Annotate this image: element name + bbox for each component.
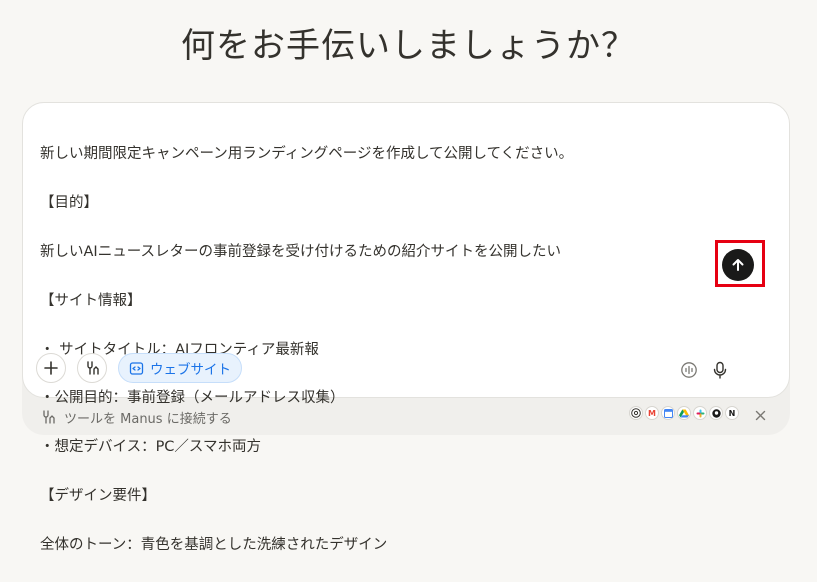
chrome-icon <box>629 406 643 420</box>
slack-icon <box>693 406 707 420</box>
microphone-button[interactable] <box>708 358 732 382</box>
prompt-line: 【デザイン要件】 <box>40 488 156 505</box>
prompt-card: 新しい期間限定キャンペーン用ランディングページを作成して公開してください。 【目… <box>22 102 790 553</box>
website-mode-chip[interactable]: ウェブサイト <box>118 353 242 383</box>
page-title: 何をお手伝いしましょうか？ <box>181 26 636 66</box>
connected-apps[interactable]: M N <box>629 406 739 420</box>
code-window-icon <box>129 361 144 375</box>
notion-icon: N <box>725 406 739 420</box>
prompt-line: 【目的】 <box>40 195 98 212</box>
prompt-line: 全体のトーン：青色を基調とした洗練されたデザイン <box>40 536 388 553</box>
connect-tools-label: ツールを Manus に接続する <box>64 411 232 427</box>
send-button[interactable] <box>722 249 754 281</box>
tools-button[interactable] <box>77 353 107 383</box>
close-icon <box>755 410 765 420</box>
google-calendar-icon <box>661 406 675 420</box>
plus-icon <box>44 361 58 375</box>
prompt-line: 新しいAIニュースレターの事前登録を受け付けるための紹介サイトを公開したい <box>40 244 561 261</box>
gmail-icon: M <box>645 406 659 420</box>
tools-icon <box>87 361 99 375</box>
prompt-line: ・想定デバイス：PC／スマホ両方 <box>40 439 261 456</box>
prompt-line: 新しい期間限定キャンペーン用ランディングページを作成して公開してください。 <box>40 146 574 163</box>
close-connect-bar-button[interactable] <box>752 407 768 423</box>
voice-mode-icon <box>681 362 697 378</box>
prompt-textarea[interactable]: 新しい期間限定キャンペーン用ランディングページを作成して公開してください。 【目… <box>40 118 770 582</box>
arrow-up-icon <box>732 259 744 271</box>
github-icon <box>709 406 723 420</box>
connect-tools-bar[interactable]: ツールを Manus に接続する <box>40 405 232 429</box>
prompt-line: 【サイト情報】 <box>40 292 142 309</box>
google-drive-icon <box>677 406 691 420</box>
plug-icon <box>43 410 55 424</box>
voice-mode-button[interactable] <box>677 358 701 382</box>
add-attachment-button[interactable] <box>36 353 66 383</box>
microphone-icon <box>713 361 727 379</box>
website-chip-label: ウェブサイト <box>150 362 231 378</box>
